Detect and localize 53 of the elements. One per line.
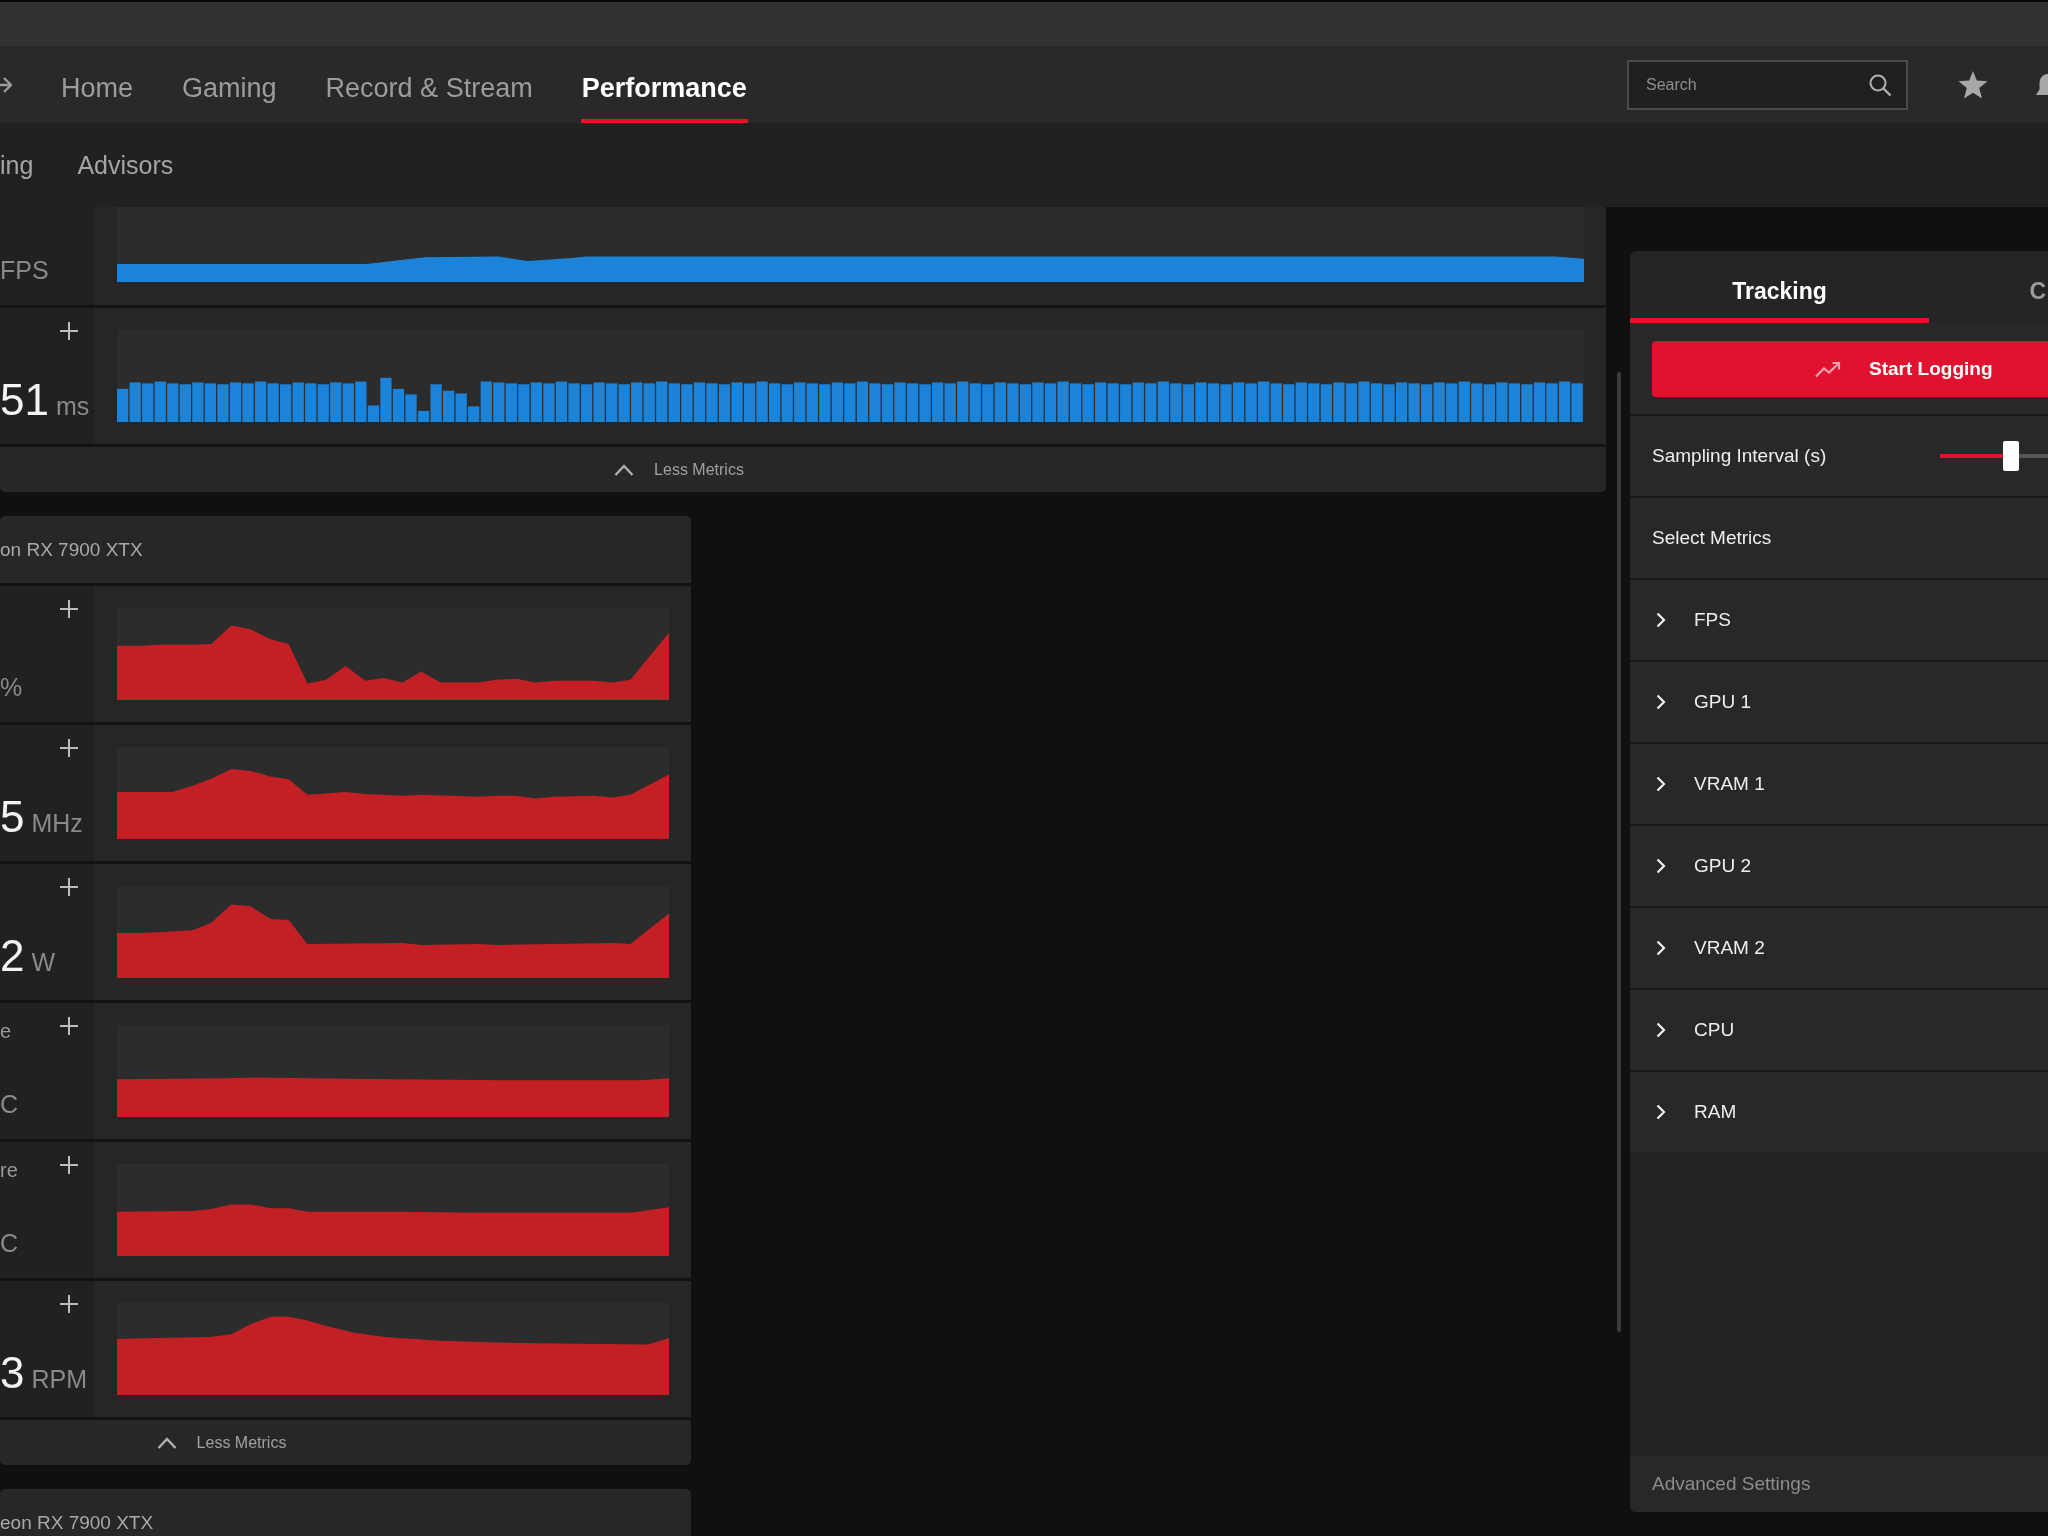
nav-tab[interactable]: Record & Stream bbox=[324, 46, 534, 123]
plus-icon[interactable] bbox=[60, 322, 78, 340]
metric-group-item[interactable]: VRAM 1 bbox=[1630, 742, 2048, 824]
metric-unit: ms bbox=[55, 391, 90, 421]
card-title: eon RX 7900 XTX bbox=[0, 1511, 154, 1534]
metric-group-item[interactable]: FPS bbox=[1630, 578, 2048, 660]
arrow-icon[interactable] bbox=[0, 74, 12, 95]
start-logging-button[interactable]: Start Logging bbox=[1652, 341, 2048, 397]
card-title: on RX 7900 XTX bbox=[0, 538, 143, 561]
search-icon[interactable] bbox=[1868, 72, 1892, 97]
trend-up-icon bbox=[1815, 360, 1841, 378]
metric-group-item[interactable]: GPU 2 bbox=[1630, 824, 2048, 906]
sub-tab[interactable]: ing bbox=[0, 123, 34, 207]
scrollbar[interactable] bbox=[1617, 372, 1621, 1332]
metric-value: 51 bbox=[0, 376, 49, 424]
metric-group-item[interactable]: VRAM 2 bbox=[1630, 906, 2048, 988]
metric-label: e bbox=[0, 1019, 12, 1044]
metric-unit: RPM bbox=[31, 1364, 88, 1394]
metric-value: 2 bbox=[0, 932, 25, 980]
advanced-settings-link[interactable]: Advanced Settings bbox=[1652, 1473, 1811, 1495]
slider-thumb[interactable] bbox=[2003, 441, 2020, 471]
search-box[interactable]: Search bbox=[1627, 59, 1908, 110]
metric-value: 3 bbox=[0, 1349, 25, 1397]
plus-icon[interactable] bbox=[60, 1295, 78, 1313]
metric-unit: C bbox=[0, 1228, 19, 1258]
plus-icon[interactable] bbox=[60, 600, 78, 618]
metric-unit: MHz bbox=[31, 808, 83, 838]
plus-icon[interactable] bbox=[60, 878, 78, 896]
less-metrics-button[interactable]: Less Metrics bbox=[614, 460, 744, 479]
metric-label: re bbox=[0, 1158, 18, 1183]
less-metrics-button[interactable]: Less Metrics bbox=[156, 1433, 287, 1452]
nav-tab[interactable]: Gaming bbox=[181, 46, 278, 123]
search-input[interactable]: Search bbox=[1629, 69, 1868, 100]
chevron-up-icon bbox=[156, 1436, 177, 1449]
metric-group-item[interactable]: GPU 1 bbox=[1630, 660, 2048, 742]
metric-unit: % bbox=[0, 672, 23, 702]
sub-tab[interactable]: Advisors bbox=[77, 123, 174, 207]
metric-group-item[interactable]: CPU bbox=[1630, 988, 2048, 1070]
chevron-up-icon bbox=[614, 463, 635, 476]
plus-icon[interactable] bbox=[60, 739, 78, 757]
select-metrics-label: Select Metrics bbox=[1652, 527, 1772, 549]
sampling-interval-label: Sampling Interval (s) bbox=[1652, 445, 1827, 467]
plus-icon[interactable] bbox=[60, 1017, 78, 1035]
panel-tab[interactable]: C bbox=[1929, 251, 2048, 323]
bell-icon[interactable] bbox=[2036, 74, 2048, 95]
nav-tab[interactable]: Home bbox=[60, 46, 135, 123]
metric-unit: FPS bbox=[0, 255, 49, 285]
metric-group-item[interactable]: RAM bbox=[1630, 1070, 2048, 1152]
plus-icon[interactable] bbox=[60, 1156, 78, 1174]
star-icon[interactable] bbox=[1958, 70, 1988, 99]
metric-unit: W bbox=[31, 947, 56, 977]
metric-value: 5 bbox=[0, 793, 25, 841]
metric-unit: C bbox=[0, 1089, 19, 1119]
